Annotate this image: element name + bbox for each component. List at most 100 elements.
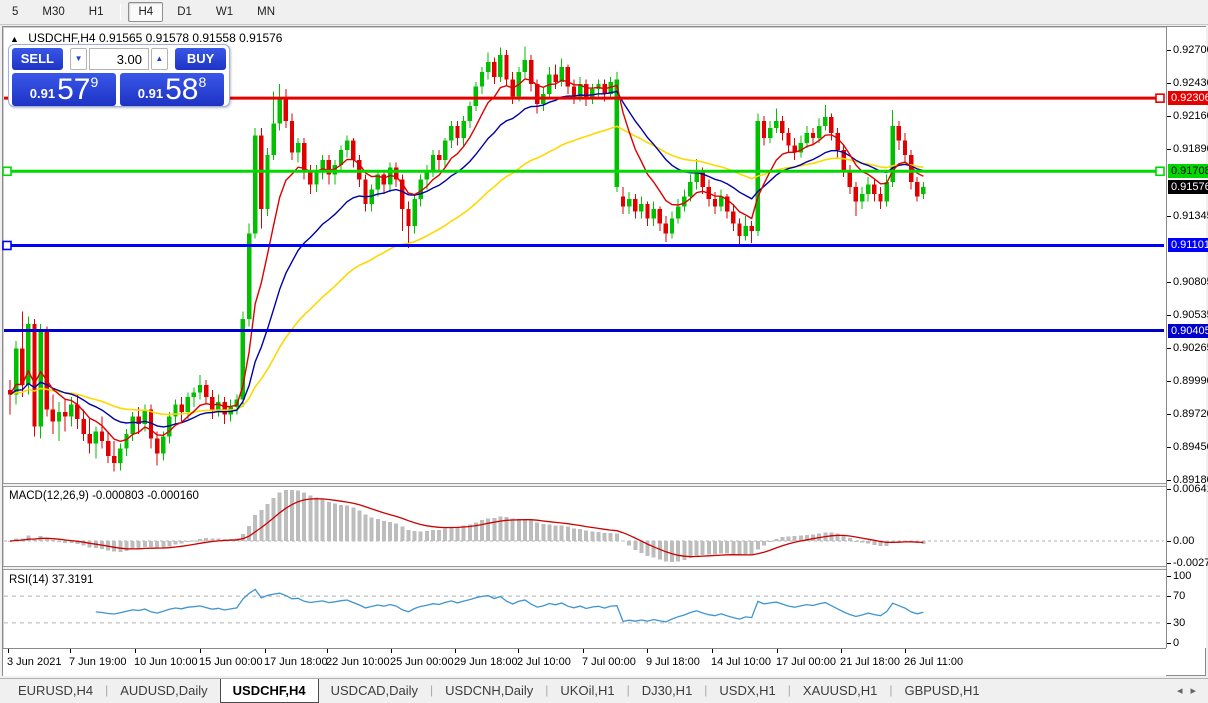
- time-tick-mark: [8, 649, 9, 653]
- macd-tick: 0.006413: [1173, 483, 1208, 495]
- chart-title: ▲ USDCHF,H4 0.91565 0.91578 0.91558 0.91…: [10, 31, 282, 45]
- pane-splitter-macd[interactable]: [3, 483, 1205, 487]
- timeframe-button-mn[interactable]: MN: [247, 2, 285, 22]
- time-label: 10 Jun 10:00: [134, 656, 198, 668]
- chart-area: [2, 26, 1206, 676]
- price-tick: 0.89450: [1173, 441, 1208, 453]
- time-tick-mark: [712, 649, 713, 653]
- price-tick: 0.90535: [1173, 309, 1208, 321]
- time-tick-mark: [200, 649, 201, 653]
- tab-scroll-left-icon[interactable]: ◂: [1177, 685, 1191, 697]
- volume-increase-icon[interactable]: ▲: [151, 48, 168, 70]
- chart-tab-usdchf[interactable]: USDCHF,H4: [220, 679, 319, 703]
- price-tick-mark: [1167, 348, 1171, 349]
- price-tick: 0.89720: [1173, 408, 1208, 420]
- price-tick-mark: [1167, 282, 1171, 283]
- rsi-tick-mark: [1167, 596, 1171, 597]
- price-tick-mark: [1167, 480, 1171, 481]
- rsi-tick: 0: [1173, 637, 1179, 649]
- price-tick-mark: [1167, 381, 1171, 382]
- rsi-tick-mark: [1167, 576, 1171, 577]
- time-label: 7 Jul 00:00: [582, 656, 636, 668]
- time-tick-mark: [135, 649, 136, 653]
- timeframe-button-h1[interactable]: H1: [79, 2, 114, 22]
- toolbar-separator: [120, 4, 121, 20]
- sell-button[interactable]: SELL: [12, 48, 63, 70]
- macd-tick: -0.002726: [1173, 557, 1208, 569]
- price-tick: 0.89990: [1173, 375, 1208, 387]
- timeframe-toolbar: 5M30H1 H4D1W1MN: [0, 0, 1208, 25]
- price-tick: 0.91345: [1173, 210, 1208, 222]
- tab-scroll-right-icon[interactable]: ▸: [1190, 685, 1204, 697]
- time-tick-mark: [265, 649, 266, 653]
- timeframe-button-m30[interactable]: M30: [32, 2, 74, 22]
- volume-input[interactable]: [89, 48, 149, 70]
- price-tick-mark: [1167, 447, 1171, 448]
- timeframe-button-d1[interactable]: D1: [167, 2, 202, 22]
- buy-price-display[interactable]: 0.91 58 8: [120, 73, 224, 106]
- chart-tab-gbpusd[interactable]: GBPUSD,H1: [892, 679, 991, 703]
- time-label: 25 Jun 00:00: [390, 656, 454, 668]
- chart-tab-bar: EURUSD,H4|AUDUSD,DailyUSDCHF,H4USDCAD,Da…: [0, 678, 1208, 703]
- time-label: 3 Jun 2021: [7, 656, 61, 668]
- price-axis[interactable]: 0.927000.924300.921600.918900.913450.908…: [1166, 27, 1206, 648]
- chart-tab-dj30[interactable]: DJ30,H1: [630, 679, 705, 703]
- price-tick: 0.92160: [1173, 110, 1208, 122]
- time-tick-mark: [647, 649, 648, 653]
- price-tick: 0.91890: [1173, 143, 1208, 155]
- time-label: 22 Jun 10:00: [326, 656, 390, 668]
- time-axis[interactable]: 3 Jun 2021 7 Jun 19:00 10 Jun 10:0015 Jun …: [3, 648, 1166, 676]
- macd-label: MACD(12,26,9) -0.000803 -0.000160: [9, 490, 199, 502]
- time-tick-mark: [327, 649, 328, 653]
- time-tick-mark: [70, 649, 71, 653]
- chart-tab-eurusd[interactable]: EURUSD,H4: [6, 679, 105, 703]
- macd-tick-mark: [1167, 541, 1171, 542]
- sell-price-display[interactable]: 0.91 57 9: [12, 73, 116, 106]
- timeframe-button-5[interactable]: 5: [2, 2, 28, 22]
- volume-decrease-icon[interactable]: ▼: [70, 48, 87, 70]
- macd-tick: 0.00: [1173, 535, 1194, 547]
- timeframe-button-w1[interactable]: W1: [206, 2, 243, 22]
- chart-tab-audusd[interactable]: AUDUSD,Daily: [108, 679, 219, 703]
- macd-tick-mark: [1167, 563, 1171, 564]
- mt4-window: 5M30H1H4D1W1MN 0.927000.924300.921600.91…: [0, 0, 1208, 703]
- buy-price-big: 58: [165, 73, 198, 106]
- price-badge-0.91708: 0.91708: [1168, 164, 1208, 178]
- chart-tab-usdx[interactable]: USDX,H1: [707, 679, 787, 703]
- price-tick: 0.92430: [1173, 77, 1208, 89]
- sell-price-sup: 9: [90, 74, 98, 90]
- rsi-tick-mark: [1167, 623, 1171, 624]
- rsi-tick: 30: [1173, 617, 1185, 629]
- price-badge-0.91576: 0.91576: [1168, 180, 1208, 194]
- tab-scroll-arrows[interactable]: ◂▸: [1177, 684, 1204, 697]
- time-label: 7 Jun 19:00: [69, 656, 127, 668]
- price-tick-mark: [1167, 50, 1171, 51]
- macd-name: MACD(12,26,9): [9, 490, 89, 502]
- buy-button[interactable]: BUY: [175, 48, 226, 70]
- time-tick-mark: [518, 649, 519, 653]
- sell-price-prefix: 0.91: [30, 86, 55, 101]
- price-badge-0.91101: 0.91101: [1168, 238, 1208, 252]
- time-tick-mark: [391, 649, 392, 653]
- chart-tab-usdcnh[interactable]: USDCNH,Daily: [433, 679, 545, 703]
- price-badge-0.90405: 0.90405: [1168, 324, 1208, 338]
- price-tick-mark: [1167, 315, 1171, 316]
- chart-tab-usdcad[interactable]: USDCAD,Daily: [319, 679, 430, 703]
- chart-tab-ukoil[interactable]: UKOil,H1: [548, 679, 626, 703]
- macd-tick-mark: [1167, 489, 1171, 490]
- time-tick-mark: [583, 649, 584, 653]
- buy-price-prefix: 0.91: [138, 86, 163, 101]
- time-label: 17 Jul 00:00: [776, 656, 836, 668]
- timeframe-button-h4[interactable]: H4: [128, 2, 163, 22]
- collapse-panel-icon[interactable]: ▲: [10, 34, 19, 44]
- time-tick-mark: [905, 649, 906, 653]
- price-tick: 0.90265: [1173, 342, 1208, 354]
- price-tick-mark: [1167, 414, 1171, 415]
- pane-splitter-rsi[interactable]: [3, 566, 1205, 570]
- macd-values: -0.000803 -0.000160: [92, 490, 199, 502]
- time-tick-mark: [455, 649, 456, 653]
- chart-tab-xauusd[interactable]: XAUUSD,H1: [791, 679, 889, 703]
- ohlc-values: 0.91565 0.91578 0.91558 0.91576: [99, 31, 283, 45]
- buy-price-sup: 8: [198, 74, 206, 90]
- time-label: 15 Jun 00:00: [199, 656, 263, 668]
